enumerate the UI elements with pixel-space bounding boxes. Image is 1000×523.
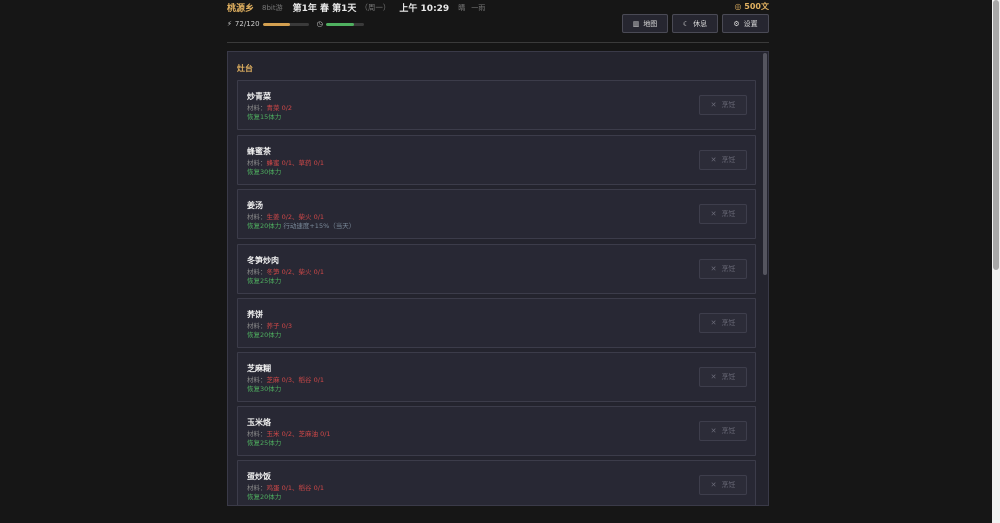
recipe-effect: 恢复25体力 <box>247 439 282 447</box>
cook-button-label: 烹饪 <box>721 156 736 164</box>
map-button[interactable]: ▥ 地图 <box>622 14 668 33</box>
recipe-effect: 恢复20体力 <box>247 493 282 501</box>
panel-scrollbar-thumb[interactable] <box>763 53 767 275</box>
page-scrollbar[interactable] <box>992 0 1000 523</box>
game-date: 第1年 春 第1天 <box>292 4 357 14</box>
gear-icon: ⚙ <box>733 19 740 28</box>
weather-text: 一雨 <box>471 3 486 12</box>
utensils-icon: ✕ <box>710 265 717 273</box>
recipe-name: 冬笋炒肉 <box>247 256 279 265</box>
recipe-card: 炒青菜 材料：青菜 0/2 恢复15体力 ✕ 烹饪 <box>237 80 756 130</box>
recipe-effect: 恢复30体力 <box>247 385 282 393</box>
stamina-bar <box>262 22 309 26</box>
map-icon: ▥ <box>632 19 640 28</box>
settings-button[interactable]: ⚙ 设置 <box>722 14 769 33</box>
weather-icon: 晴 <box>458 3 466 12</box>
recipe-card: 荞饼 材料：荞子 0/3 恢复20体力 ✕ 烹饪 <box>237 298 756 348</box>
utensils-icon: ✕ <box>710 427 717 435</box>
cook-button[interactable]: ✕ 烹饪 <box>699 313 747 333</box>
rest-button[interactable]: ☾ 休息 <box>672 14 718 33</box>
cook-button[interactable]: ✕ 烹饪 <box>699 259 747 279</box>
recipe-effect: 恢复30体力 <box>247 168 282 176</box>
recipe-card: 冬笋炒肉 材料：冬笋 0/2、柴火 0/1 恢复25体力 ✕ 烹饪 <box>237 244 756 294</box>
brand-tag: 8bit游 <box>262 3 283 12</box>
cook-button-label: 烹饪 <box>721 481 736 489</box>
recipe-name: 荞饼 <box>247 310 263 319</box>
recipe-card: 蜂蜜茶 材料：蜂蜜 0/1、草药 0/1 恢复30体力 ✕ 烹饪 <box>237 135 756 185</box>
recipe-card: 姜汤 材料：生姜 0/2、柴火 0/1 恢复20体力 行动速度+15%（当天） … <box>237 189 756 239</box>
utensils-icon: ✕ <box>710 101 717 109</box>
stat-bars: ⚡ 72/120 ◷ <box>227 20 364 28</box>
recipe-card: 芝麻糊 材料：芝麻 0/3、稻谷 0/1 恢复30体力 ✕ 烹饪 <box>237 352 756 402</box>
cook-button[interactable]: ✕ 烹饪 <box>699 367 747 387</box>
cook-button-label: 烹饪 <box>721 265 736 273</box>
recipe-name: 姜汤 <box>247 201 263 210</box>
utensils-icon: ✕ <box>710 156 717 164</box>
moon-icon: ☾ <box>682 19 690 28</box>
recipe-effect: 恢复15体力 <box>247 113 282 121</box>
recipe-effect: 恢复20体力 <box>247 331 282 339</box>
time-bar-fill <box>325 22 355 26</box>
recipe-name: 玉米烙 <box>247 418 271 427</box>
brand-title: 桃源乡 <box>227 4 255 14</box>
recipe-effect: 恢复20体力 行动速度+15%（当天） <box>247 222 356 230</box>
cook-button[interactable]: ✕ 烹饪 <box>699 421 747 441</box>
cook-button[interactable]: ✕ 烹饪 <box>699 204 747 224</box>
stove-panel: 灶台 炒青菜 材料：青菜 0/2 恢复15体力 ✕ 烹饪 蜂蜜茶 材料：蜂蜜 0/… <box>227 51 769 506</box>
recipe-name: 蜂蜜茶 <box>247 147 271 156</box>
coin-icon: ◎ <box>734 2 742 11</box>
page-scrollbar-thumb[interactable] <box>993 0 999 270</box>
cook-button-label: 烹饪 <box>721 210 736 218</box>
recipe-card: 蛋炒饭 材料：鸡蛋 0/1、稻谷 0/1 恢复20体力 ✕ 烹饪 <box>237 460 756 505</box>
recipe-name: 蛋炒饭 <box>247 472 271 481</box>
cook-button[interactable]: ✕ 烹饪 <box>699 95 747 115</box>
utensils-icon: ✕ <box>710 319 717 327</box>
time-bar <box>325 22 364 26</box>
rest-button-label: 休息 <box>693 19 708 28</box>
settings-button-label: 设置 <box>743 19 758 28</box>
recipe-name: 芝麻糊 <box>247 364 271 373</box>
game-time: 上午 10:29 <box>399 4 450 14</box>
money-display: ◎ 500文 <box>735 1 769 12</box>
map-button-label: 地图 <box>643 19 658 28</box>
clock-icon: ◷ <box>316 20 323 28</box>
header-divider <box>227 42 769 43</box>
recipe-card: 玉米烙 材料：玉米 0/2、芝麻油 0/1 恢复25体力 ✕ 烹饪 <box>237 406 756 456</box>
panel-title: 灶台 <box>237 64 253 73</box>
recipe-effect: 恢复25体力 <box>247 277 282 285</box>
cook-button-label: 烹饪 <box>721 319 736 327</box>
stamina-bar-fill <box>262 22 291 26</box>
recipe-name: 炒青菜 <box>247 92 271 101</box>
cook-button[interactable]: ✕ 烹饪 <box>699 475 747 495</box>
weekday: （周一） <box>360 3 391 12</box>
cook-button-label: 烹饪 <box>721 101 736 109</box>
header-buttons: ▥ 地图 ☾ 休息 ⚙ 设置 <box>622 14 769 33</box>
cook-button-label: 烹饪 <box>721 373 736 381</box>
stamina-icon: ⚡ <box>227 20 232 28</box>
utensils-icon: ✕ <box>710 210 717 218</box>
utensils-icon: ✕ <box>710 481 717 489</box>
status-line: 桃源乡 8bit游 第1年 春 第1天 （周一） 上午 10:29 晴 一雨 <box>227 1 485 14</box>
money-amount: 500文 <box>744 2 769 11</box>
stamina-text: 72/120 <box>234 20 260 28</box>
header: 桃源乡 8bit游 第1年 春 第1天 （周一） 上午 10:29 晴 一雨 ◎… <box>227 0 769 42</box>
cook-button[interactable]: ✕ 烹饪 <box>699 150 747 170</box>
cook-button-label: 烹饪 <box>721 427 736 435</box>
utensils-icon: ✕ <box>710 373 717 381</box>
